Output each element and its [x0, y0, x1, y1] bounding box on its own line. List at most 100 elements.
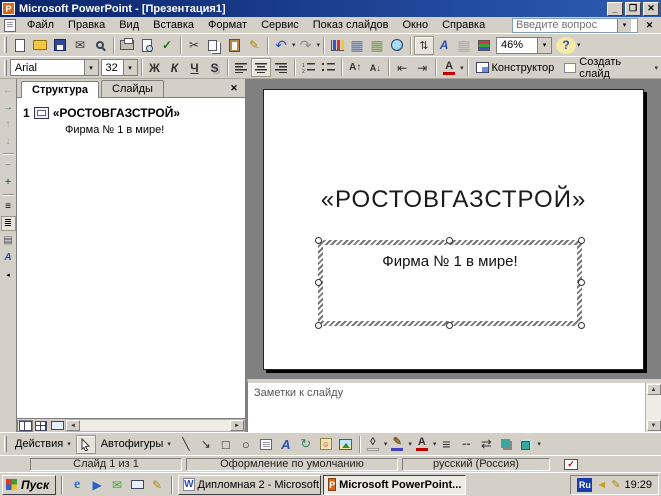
new-slide-button[interactable]: Создать слайд [559, 54, 653, 82]
outline-slide-1[interactable]: 1 «РОСТОВГАЗСТРОЙ» [23, 106, 241, 120]
redo-dropdown-icon[interactable]: ▾ [317, 41, 321, 49]
language-status[interactable]: русский (Россия) [402, 458, 550, 471]
format-painter-button[interactable]: ✎ [244, 36, 264, 55]
text-shadow-button[interactable]: S [204, 58, 224, 77]
zoom-dropdown-icon[interactable]: ▾ [537, 38, 551, 53]
arrow-style-button[interactable]: ⇄ [476, 435, 496, 454]
align-center-button[interactable] [251, 58, 271, 77]
decrease-font-button[interactable]: A↓ [365, 58, 385, 77]
notes-pane[interactable]: Заметки к слайду ▲ ▼ [247, 379, 661, 432]
italic-button[interactable]: К [164, 58, 184, 77]
resize-handle[interactable] [578, 322, 585, 329]
resize-handle[interactable] [446, 322, 453, 329]
resize-handle[interactable] [578, 237, 585, 244]
slide-sorter-view-button[interactable] [33, 420, 49, 432]
bullets-button[interactable] [318, 58, 338, 77]
summary-slide-button[interactable]: ▤ [1, 233, 16, 248]
close-presentation-icon[interactable]: ✕ [642, 18, 657, 32]
zoom-combo[interactable]: 46% ▾ [496, 37, 552, 54]
close-pane-icon[interactable]: ✕ [227, 83, 241, 94]
menu-slideshow[interactable]: Показ слайдов [306, 18, 396, 32]
normal-view-button[interactable] [17, 420, 33, 432]
show-desktop-icon[interactable] [128, 476, 146, 494]
scroll-right-icon[interactable]: ► [230, 420, 244, 431]
start-button[interactable]: Пуск [2, 475, 56, 495]
menu-edit[interactable]: Правка [61, 18, 112, 32]
task-powerpoint[interactable]: P Microsoft PowerPoint... [323, 475, 466, 495]
selected-text-box[interactable]: Фирма № 1 в мире! [318, 240, 582, 326]
toolbar-options-icon[interactable]: ▾ [654, 64, 658, 72]
font-combo[interactable]: Arial ▾ [10, 59, 99, 76]
expand-all-button[interactable]: ⇅ [414, 36, 434, 55]
font-size-dropdown-icon[interactable]: ▾ [123, 60, 137, 75]
resize-handle[interactable] [315, 322, 322, 329]
outline-horizontal-scrollbar[interactable]: ◄ ► [65, 419, 245, 432]
spelling-status-icon[interactable]: ✓ [564, 459, 578, 470]
internet-explorer-icon[interactable]: e [68, 476, 86, 494]
more-buttons-icon[interactable]: ◂ [1, 267, 16, 282]
increase-indent-button[interactable]: ⇥ [412, 58, 432, 77]
menu-format[interactable]: Формат [201, 18, 254, 32]
toolbar-grip[interactable] [4, 60, 7, 76]
resize-handle[interactable] [315, 237, 322, 244]
insert-chart-button[interactable] [327, 36, 347, 55]
language-indicator[interactable]: Ru [577, 478, 592, 492]
insert-table-button[interactable]: ▦ [347, 36, 367, 55]
line-color-button[interactable]: ✎ [387, 435, 407, 454]
slide-thumbnail-icon[interactable] [34, 107, 49, 119]
toolbar-grip[interactable] [4, 37, 7, 53]
menu-file[interactable]: Файл [20, 18, 61, 32]
underline-button[interactable]: Ч [184, 58, 204, 77]
design-button[interactable]: Конструктор [471, 60, 560, 76]
tab-slides[interactable]: Слайды [101, 80, 164, 97]
menu-tools[interactable]: Сервис [254, 18, 306, 32]
menu-insert[interactable]: Вставка [146, 18, 201, 32]
grid-button[interactable]: ▦ [454, 36, 474, 55]
slide-canvas[interactable]: «РОСТОВГАЗСТРОЙ» Фирма № 1 в мире! [263, 89, 644, 370]
dash-style-button[interactable]: ╌ [456, 435, 476, 454]
diagram-button[interactable]: ↻ [296, 435, 316, 454]
spelling-button[interactable]: ✓ [157, 36, 177, 55]
increase-font-button[interactable]: A↑ [345, 58, 365, 77]
media-player-icon[interactable]: ▶ [88, 476, 106, 494]
redo-button[interactable]: ↷ [296, 36, 316, 55]
toolbar-options-icon[interactable]: ▾ [577, 41, 581, 49]
demote-button[interactable]: → [1, 100, 16, 115]
show-formatting-button[interactable]: A [1, 250, 16, 265]
new-document-button[interactable] [10, 36, 30, 55]
outline-slide-body[interactable]: Фирма № 1 в мире! [65, 124, 241, 136]
undo-button[interactable]: ↶ [271, 36, 291, 55]
outlook-express-icon[interactable]: ✉ [108, 476, 126, 494]
tab-outline[interactable]: Структура [21, 81, 99, 98]
task-word-document[interactable]: W Дипломная 2 - Microsoft ... [178, 475, 321, 495]
autoshapes-button[interactable]: Автофигуры ▾ [96, 436, 176, 452]
copy-button[interactable] [204, 36, 224, 55]
arrow-button[interactable]: ↘ [196, 435, 216, 454]
toolbar-grip[interactable] [4, 436, 7, 452]
color-grayscale-button[interactable] [474, 36, 494, 55]
text-box-button[interactable] [256, 435, 276, 454]
clip-art-button[interactable]: ☺ [316, 435, 336, 454]
save-button[interactable] [50, 36, 70, 55]
menu-window[interactable]: Окно [396, 18, 436, 32]
paste-button[interactable] [224, 36, 244, 55]
help-button[interactable]: ? [556, 37, 576, 54]
move-down-button[interactable]: ↓ [1, 134, 16, 149]
notes-scrollbar[interactable]: ▲ ▼ [645, 383, 661, 432]
menu-help[interactable]: Справка [435, 18, 492, 32]
restore-button[interactable]: ❐ [625, 2, 641, 16]
3d-style-button[interactable] [516, 435, 536, 454]
align-right-button[interactable] [271, 58, 291, 77]
resize-handle[interactable] [446, 237, 453, 244]
powerpoint-app-icon[interactable]: P [2, 2, 15, 15]
close-button[interactable]: ✕ [643, 2, 659, 16]
outline-content[interactable]: 1 «РОСТОВГАЗСТРОЙ» Фирма № 1 в мире! [17, 98, 245, 418]
font-dropdown-icon[interactable]: ▾ [84, 60, 98, 75]
toolbar-options-icon[interactable]: ▾ [537, 440, 541, 448]
slideshow-view-button[interactable] [49, 420, 65, 432]
print-button[interactable] [117, 36, 137, 55]
scroll-down-icon[interactable]: ▼ [647, 420, 661, 431]
minimize-button[interactable]: _ [607, 2, 623, 16]
fill-color-button[interactable]: ◊ [363, 435, 383, 454]
font-color-button[interactable]: А [412, 435, 432, 454]
